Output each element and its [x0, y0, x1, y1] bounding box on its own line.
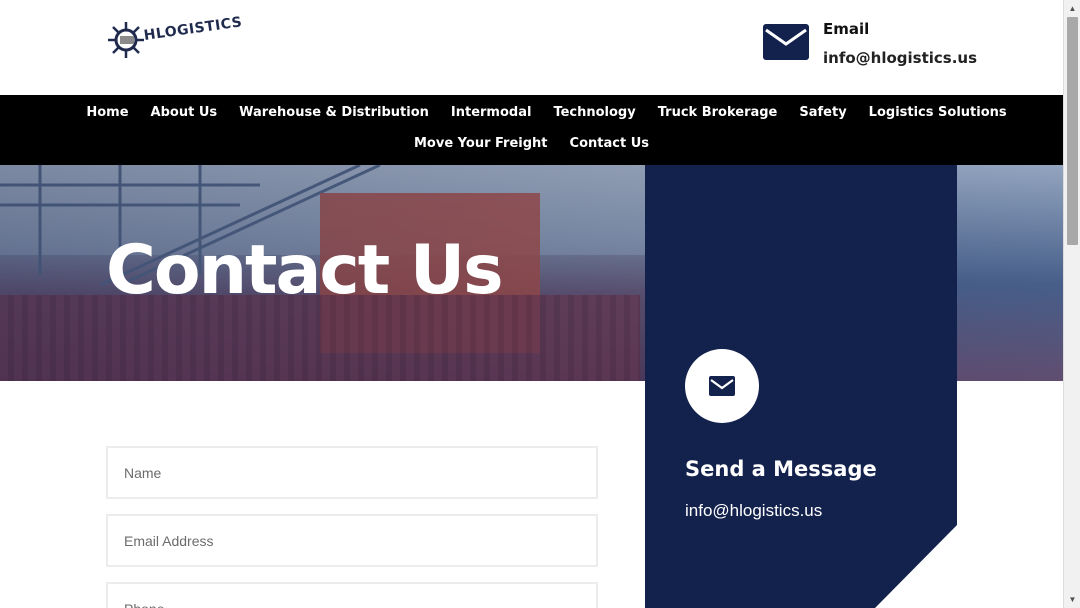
header-email-link[interactable]: info@hlogistics.us: [823, 49, 977, 67]
nav-item-about-us[interactable]: About Us: [151, 105, 218, 120]
page-scrollbar[interactable]: ▲ ▼: [1063, 0, 1080, 608]
nav-item-home[interactable]: Home: [86, 105, 128, 120]
nav-item-intermodal[interactable]: Intermodal: [451, 105, 532, 120]
nav-item-truck-brokerage[interactable]: Truck Brokerage: [658, 105, 778, 120]
name-field[interactable]: [106, 446, 598, 499]
nav-item-logistics-solutions[interactable]: Logistics Solutions: [869, 105, 1007, 120]
email-field[interactable]: [106, 514, 598, 567]
nav-item-move-your-freight[interactable]: Move Your Freight: [414, 136, 548, 151]
nav-item-technology[interactable]: Technology: [553, 105, 635, 120]
logo-text: HLOGISTICS: [142, 14, 244, 44]
send-message-heading: Send a Message: [685, 457, 877, 481]
site-header: HLOGISTICS Email info@hlogistics.us: [0, 0, 1063, 95]
nav-row-1: Home About Us Warehouse & Distribution I…: [0, 105, 1063, 120]
main-navigation: Home About Us Warehouse & Distribution I…: [0, 95, 1063, 165]
page-title: Contact Us: [106, 231, 504, 310]
nav-item-safety[interactable]: Safety: [799, 105, 846, 120]
phone-field[interactable]: [106, 582, 598, 608]
envelope-icon: [763, 24, 809, 60]
scroll-thumb[interactable]: [1067, 17, 1078, 245]
nav-row-2: Move Your Freight Contact Us: [0, 136, 1063, 151]
header-email-label: Email: [823, 20, 870, 38]
nav-item-contact-us[interactable]: Contact Us: [570, 136, 649, 151]
panel-corner-cut: [875, 525, 957, 608]
nav-item-warehouse-distribution[interactable]: Warehouse & Distribution: [239, 105, 429, 120]
envelope-icon: [709, 376, 735, 396]
ship-wheel-icon: [108, 22, 144, 58]
site-logo[interactable]: HLOGISTICS: [106, 14, 243, 62]
scroll-up-arrow-icon[interactable]: ▲: [1064, 0, 1080, 17]
contact-email-link[interactable]: info@hlogistics.us: [685, 501, 822, 521]
message-icon-circle: [685, 349, 759, 423]
scroll-down-arrow-icon[interactable]: ▼: [1064, 591, 1080, 608]
